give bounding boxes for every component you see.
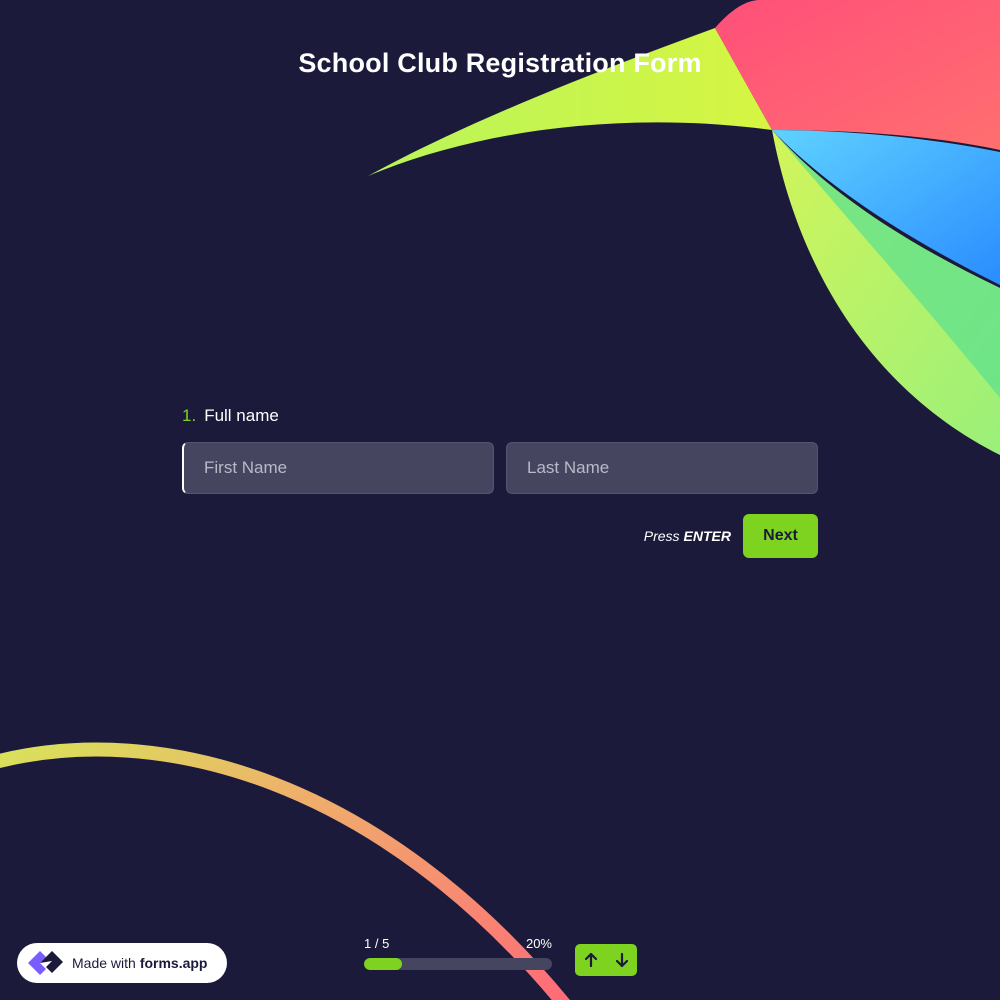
first-name-input[interactable] [182, 442, 494, 494]
teal-leaf-shape [772, 130, 1000, 398]
arrow-up-icon [584, 952, 597, 968]
brand-name: forms.app [139, 955, 208, 971]
question-full-name: 1. Full name PressENTER Next [182, 404, 818, 558]
press-enter-hint: Press ENTER [644, 528, 731, 544]
form-title: School Club Registration Form [298, 48, 702, 78]
previous-question-button[interactable] [575, 944, 606, 976]
question-number: 1. [182, 406, 197, 425]
made-with-badge[interactable]: Made with forms.app [17, 943, 227, 983]
progress-fill [364, 958, 402, 970]
last-name-input[interactable] [506, 442, 818, 494]
name-input-row [182, 442, 818, 494]
progress-labels: 1 / 5 20% [364, 936, 552, 952]
press-text: Press [643, 528, 680, 544]
next-button[interactable]: Next [743, 514, 818, 558]
progress-track [364, 958, 552, 970]
progress-percent: 20% [525, 936, 552, 951]
next-question-button[interactable] [606, 944, 637, 976]
question-label: 1. Full name [182, 404, 818, 428]
question-navigation [575, 944, 637, 976]
blue-leaf-shape [772, 130, 1000, 285]
progress-indicator: 1 / 5 20% [364, 936, 552, 970]
progress-step: 1 / 5 [364, 936, 390, 951]
press-key: ENTER [683, 528, 731, 544]
question-text: Full name [204, 406, 279, 425]
arrow-down-icon [615, 952, 628, 968]
forms-app-logo-icon [25, 947, 65, 979]
action-row: Press ENTER Next [182, 514, 818, 558]
made-with-text: Made with [72, 955, 136, 971]
